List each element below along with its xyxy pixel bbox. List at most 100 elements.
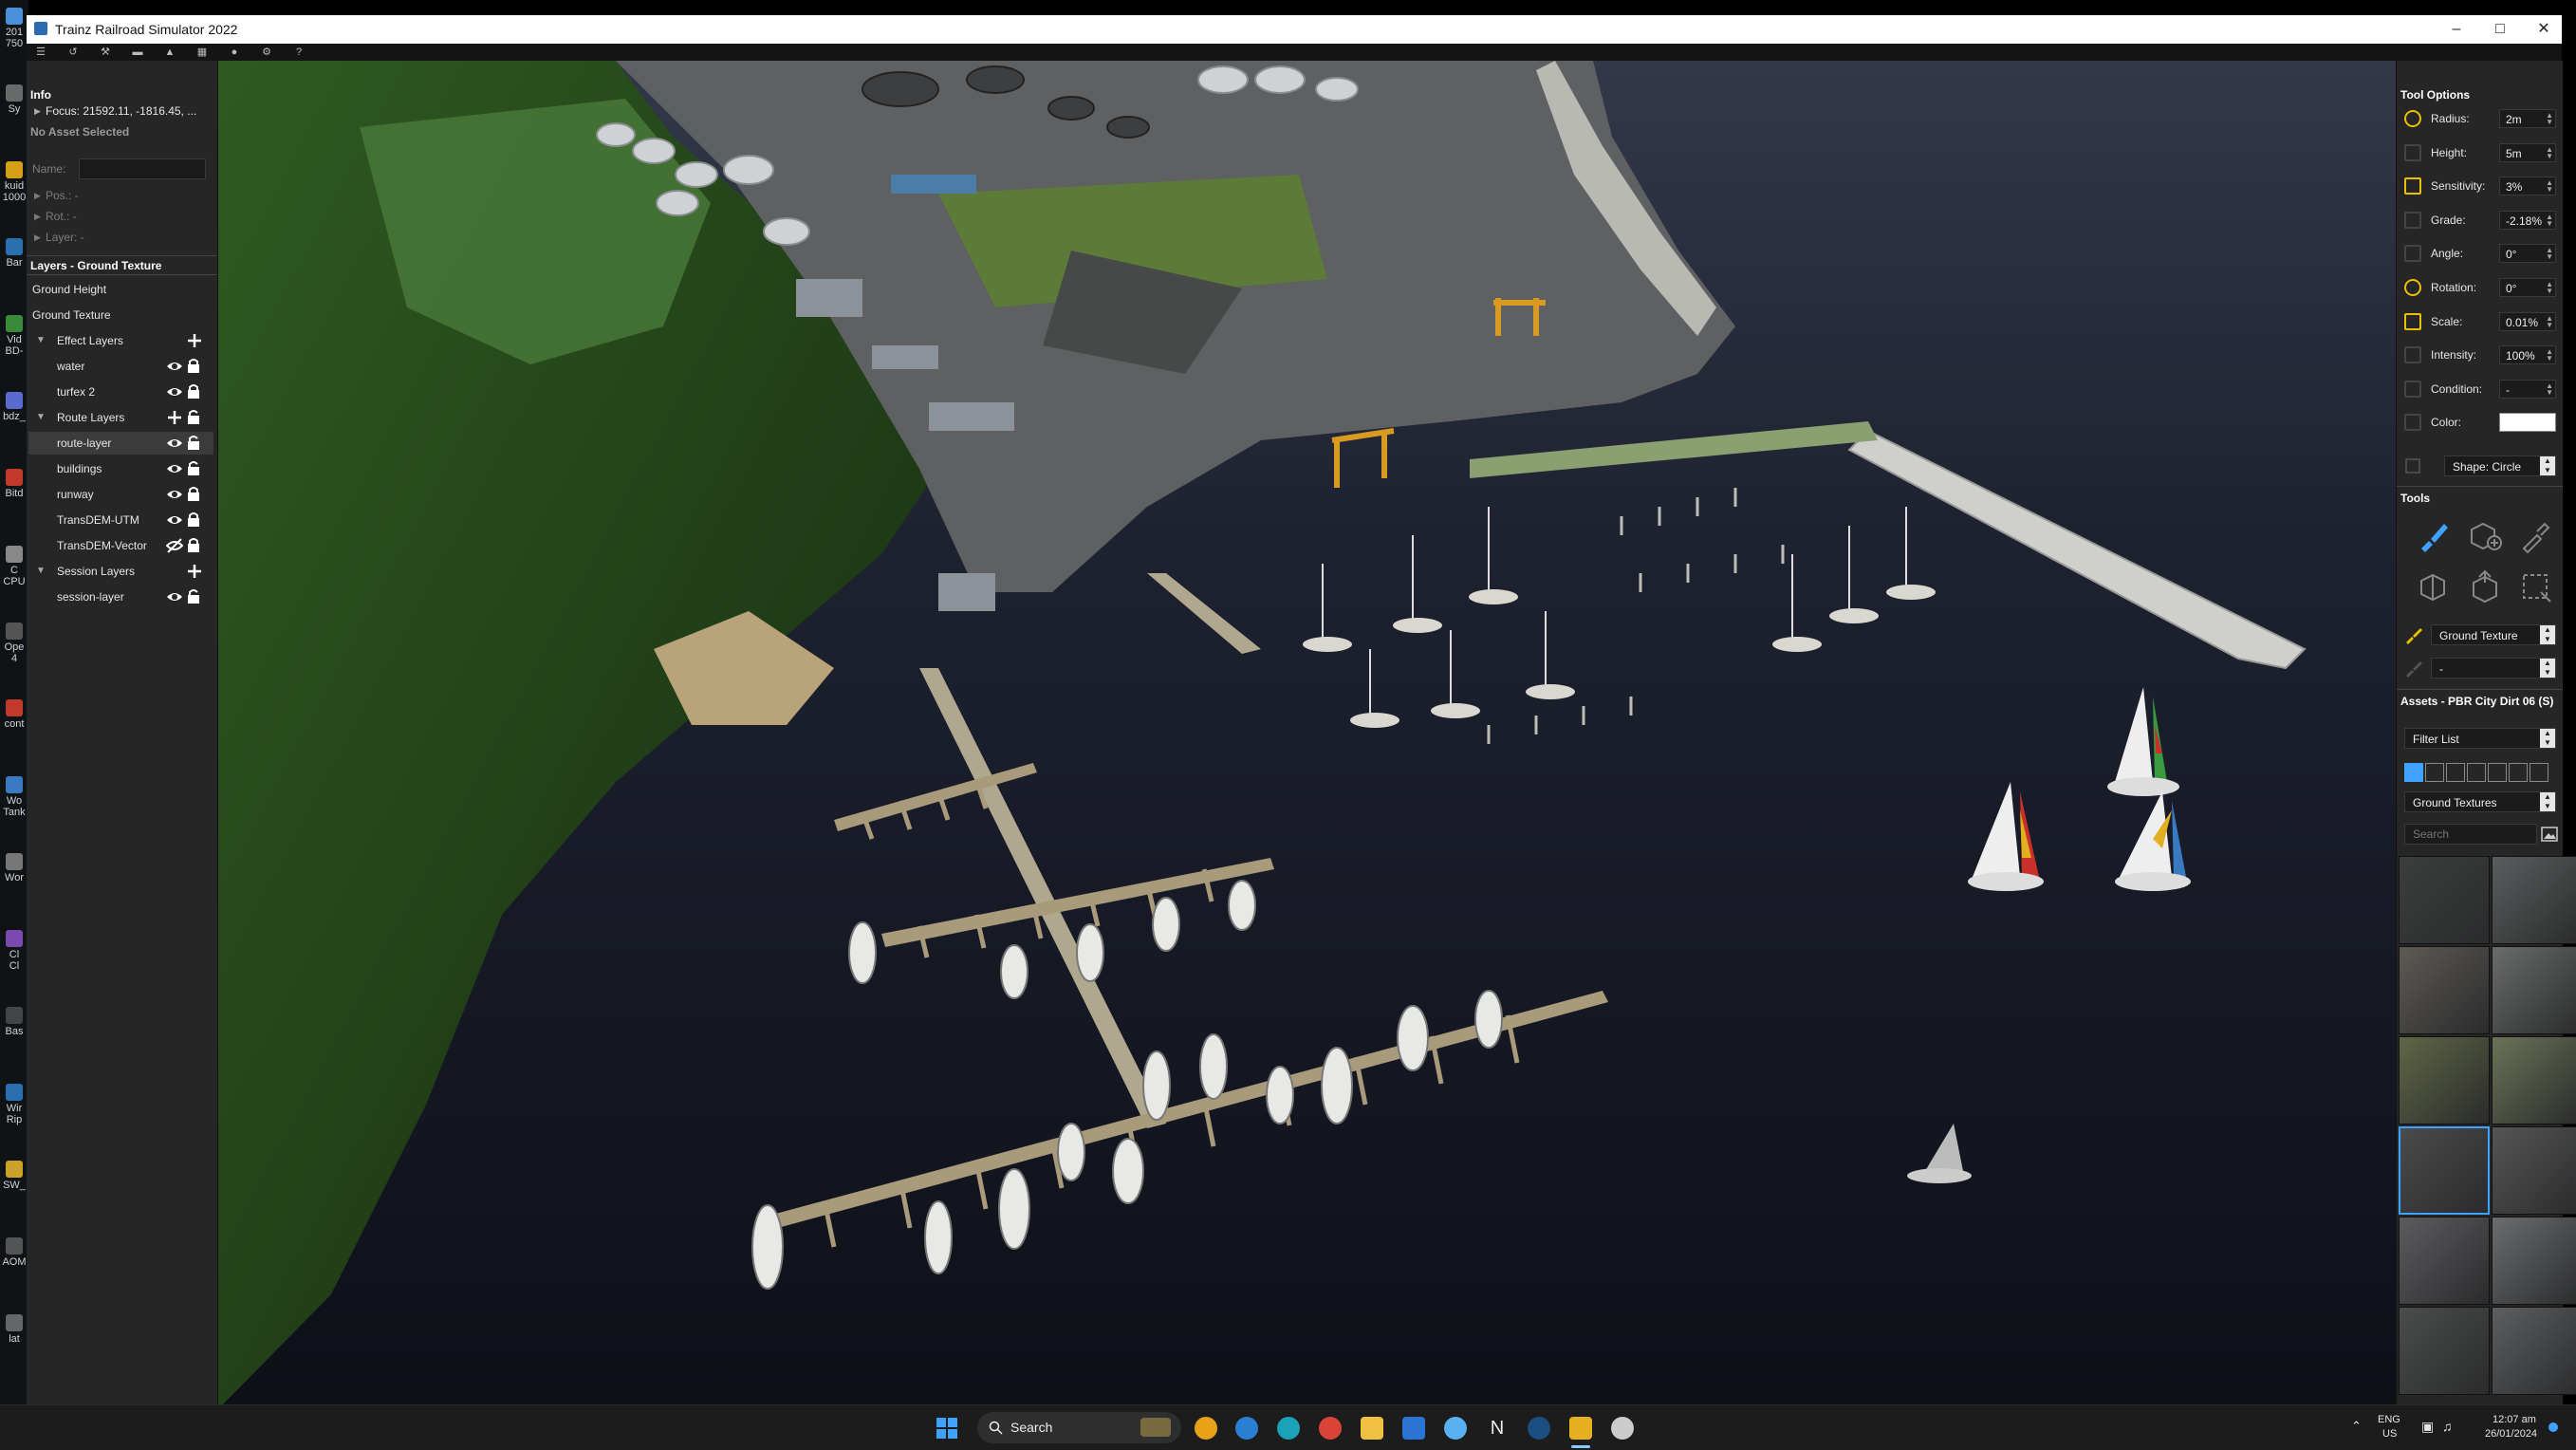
chrome-alt-icon[interactable] — [1319, 1417, 1342, 1440]
lock-icon[interactable] — [186, 486, 201, 502]
stepper-icon[interactable]: ▲ ▼ — [2540, 456, 2555, 475]
trainz-icon[interactable] — [1569, 1417, 1592, 1440]
add-layer-icon[interactable] — [186, 563, 203, 580]
hidden-eye-icon[interactable] — [166, 538, 183, 553]
spinner-icon[interactable]: ▲ ▼ — [2546, 247, 2553, 261]
collapse-arrow-icon[interactable]: ▼ — [36, 566, 46, 576]
3d-viewport[interactable] — [217, 61, 2396, 1410]
desktop-shortcut[interactable]: Bar — [0, 238, 28, 269]
category-track-icon[interactable] — [2467, 763, 2486, 782]
thumbnail-view-icon[interactable] — [2541, 826, 2558, 843]
unlock-icon[interactable] — [186, 460, 201, 476]
desktop-shortcut[interactable]: AOM — [0, 1237, 28, 1268]
category-building-icon[interactable] — [2509, 763, 2528, 782]
spinner-icon[interactable]: ▲ ▼ — [2546, 213, 2553, 227]
effect-layers-group[interactable]: ▼ Effect Layers — [28, 329, 213, 352]
object-stack-icon[interactable] — [2416, 567, 2454, 605]
file-explorer-icon[interactable] — [1361, 1417, 1383, 1440]
texture-thumbnail[interactable] — [2492, 856, 2576, 944]
layer-row-route-layer[interactable]: route-layer — [28, 432, 213, 455]
stepper-icon[interactable]: ▲ ▼ — [2540, 729, 2555, 748]
texture-thumbnail[interactable] — [2492, 1036, 2576, 1125]
secondary-texture-select[interactable]: - ▲ ▼ — [2431, 658, 2556, 679]
session-layers-group[interactable]: ▼ Session Layers — [28, 560, 213, 583]
option-value-field[interactable]: 2m ▲ ▼ — [2499, 109, 2556, 128]
texture-thumbnail[interactable] — [2399, 1307, 2490, 1395]
layer-row-transdem-vector[interactable]: TransDEM-Vector — [28, 534, 213, 557]
app-icon-blue[interactable] — [1444, 1417, 1467, 1440]
desktop-shortcut[interactable]: Wo Tank — [0, 776, 28, 818]
visibility-eye-icon[interactable] — [166, 512, 183, 528]
eyedropper-icon[interactable] — [2516, 516, 2554, 554]
desktop-shortcut[interactable]: Ope 4 — [0, 623, 28, 664]
menu-icon[interactable]: ☰ — [34, 46, 47, 58]
desktop-shortcut[interactable]: Bitd — [0, 469, 28, 499]
spinner-icon[interactable]: ▲ ▼ — [2546, 112, 2553, 126]
object-group-icon[interactable] — [2466, 567, 2504, 605]
unlock-icon[interactable] — [186, 409, 201, 425]
edge-icon[interactable] — [1277, 1417, 1300, 1440]
option-value-field[interactable]: 0.01% ▲ ▼ — [2499, 311, 2556, 331]
visibility-eye-icon[interactable] — [166, 461, 183, 476]
option-value-field[interactable]: 0° ▲ ▼ — [2499, 278, 2556, 297]
lock-icon[interactable] — [186, 537, 201, 553]
desktop-shortcut[interactable]: Bas — [0, 1007, 28, 1037]
focus-expand-icon[interactable]: ▶ — [34, 106, 41, 117]
layer-row-runway[interactable]: runway — [28, 483, 213, 506]
asset-category-select[interactable]: Ground Textures ▲ ▼ — [2404, 791, 2556, 812]
volume-icon[interactable]: ♫ — [2442, 1419, 2453, 1434]
map-icon[interactable]: ▬ — [131, 46, 144, 58]
texture-thumbnail[interactable] — [2492, 1217, 2576, 1305]
option-value-field[interactable]: 5m ▲ ▼ — [2499, 142, 2556, 162]
collapse-arrow-icon[interactable]: ▼ — [36, 335, 46, 345]
spinner-icon[interactable]: ▲ ▼ — [2546, 145, 2553, 159]
spinner-icon[interactable]: ▲ ▼ — [2546, 348, 2553, 362]
mail-icon[interactable] — [1402, 1417, 1425, 1440]
stepper-icon[interactable]: ▲ ▼ — [2540, 792, 2555, 811]
texture-thumbnail[interactable] — [2399, 1217, 2490, 1305]
category-vegetation-icon[interactable] — [2530, 763, 2548, 782]
add-layer-icon[interactable] — [186, 332, 203, 349]
spinner-icon[interactable]: ▲ ▼ — [2546, 381, 2553, 396]
maximize-button[interactable]: □ — [2478, 15, 2522, 44]
option-value-field[interactable]: 3% ▲ ▼ — [2499, 177, 2556, 196]
texture-thumbnail[interactable] — [2492, 1126, 2576, 1215]
desktop-shortcut[interactable]: 201 750 — [0, 8, 28, 49]
paint-brush-icon[interactable] — [2416, 516, 2454, 554]
desktop-shortcut[interactable]: Wir Rip — [0, 1084, 28, 1125]
close-button[interactable]: ✕ — [2522, 15, 2566, 44]
help-icon[interactable]: ? — [292, 46, 306, 58]
lock-icon[interactable] — [186, 358, 201, 374]
notion-icon[interactable]: N — [1486, 1417, 1509, 1440]
tray-chevron-icon[interactable]: ⌃ — [2351, 1419, 2362, 1434]
desktop-shortcut[interactable]: kuid 1000 — [0, 161, 28, 203]
lock-icon[interactable] — [186, 511, 201, 528]
layer-ground-texture[interactable]: Ground Texture — [28, 304, 213, 326]
name-field[interactable] — [79, 158, 206, 179]
clock-time[interactable]: 12:07 am — [2493, 1414, 2536, 1425]
texture-select[interactable]: Ground Texture ▲ ▼ — [2431, 624, 2556, 645]
language-indicator[interactable]: ENG — [2378, 1414, 2400, 1425]
selection-box-icon[interactable] — [2516, 567, 2554, 605]
category-object-icon[interactable] — [2488, 763, 2507, 782]
app-icon-grey[interactable] — [1611, 1417, 1634, 1440]
desktop-shortcut[interactable]: cont — [0, 699, 28, 730]
unlock-icon[interactable] — [186, 435, 201, 451]
grid-icon[interactable]: ▦ — [195, 46, 209, 58]
desktop-shortcut[interactable]: C CPU — [0, 546, 28, 587]
visibility-eye-icon[interactable] — [166, 487, 183, 502]
layer-row-water[interactable]: water — [28, 355, 213, 378]
visibility-eye-icon[interactable] — [166, 436, 183, 451]
chat-icon[interactable]: ● — [228, 46, 241, 58]
collapse-arrow-icon[interactable]: ▼ — [36, 412, 46, 422]
layer-ground-height[interactable]: Ground Height — [28, 278, 213, 301]
filter-list-select[interactable]: Filter List ▲ ▼ — [2404, 728, 2556, 749]
add-object-icon[interactable] — [2466, 516, 2504, 554]
layer-row-session-layer[interactable]: session-layer — [28, 586, 213, 608]
spinner-icon[interactable]: ▲ ▼ — [2546, 281, 2553, 295]
option-value-field[interactable]: - ▲ ▼ — [2499, 379, 2556, 399]
desktop-shortcut[interactable]: lat — [0, 1314, 28, 1345]
network-icon[interactable]: ▣ — [2421, 1419, 2434, 1435]
desktop-shortcut[interactable]: Sy — [0, 84, 28, 115]
add-layer-icon[interactable] — [166, 409, 183, 426]
